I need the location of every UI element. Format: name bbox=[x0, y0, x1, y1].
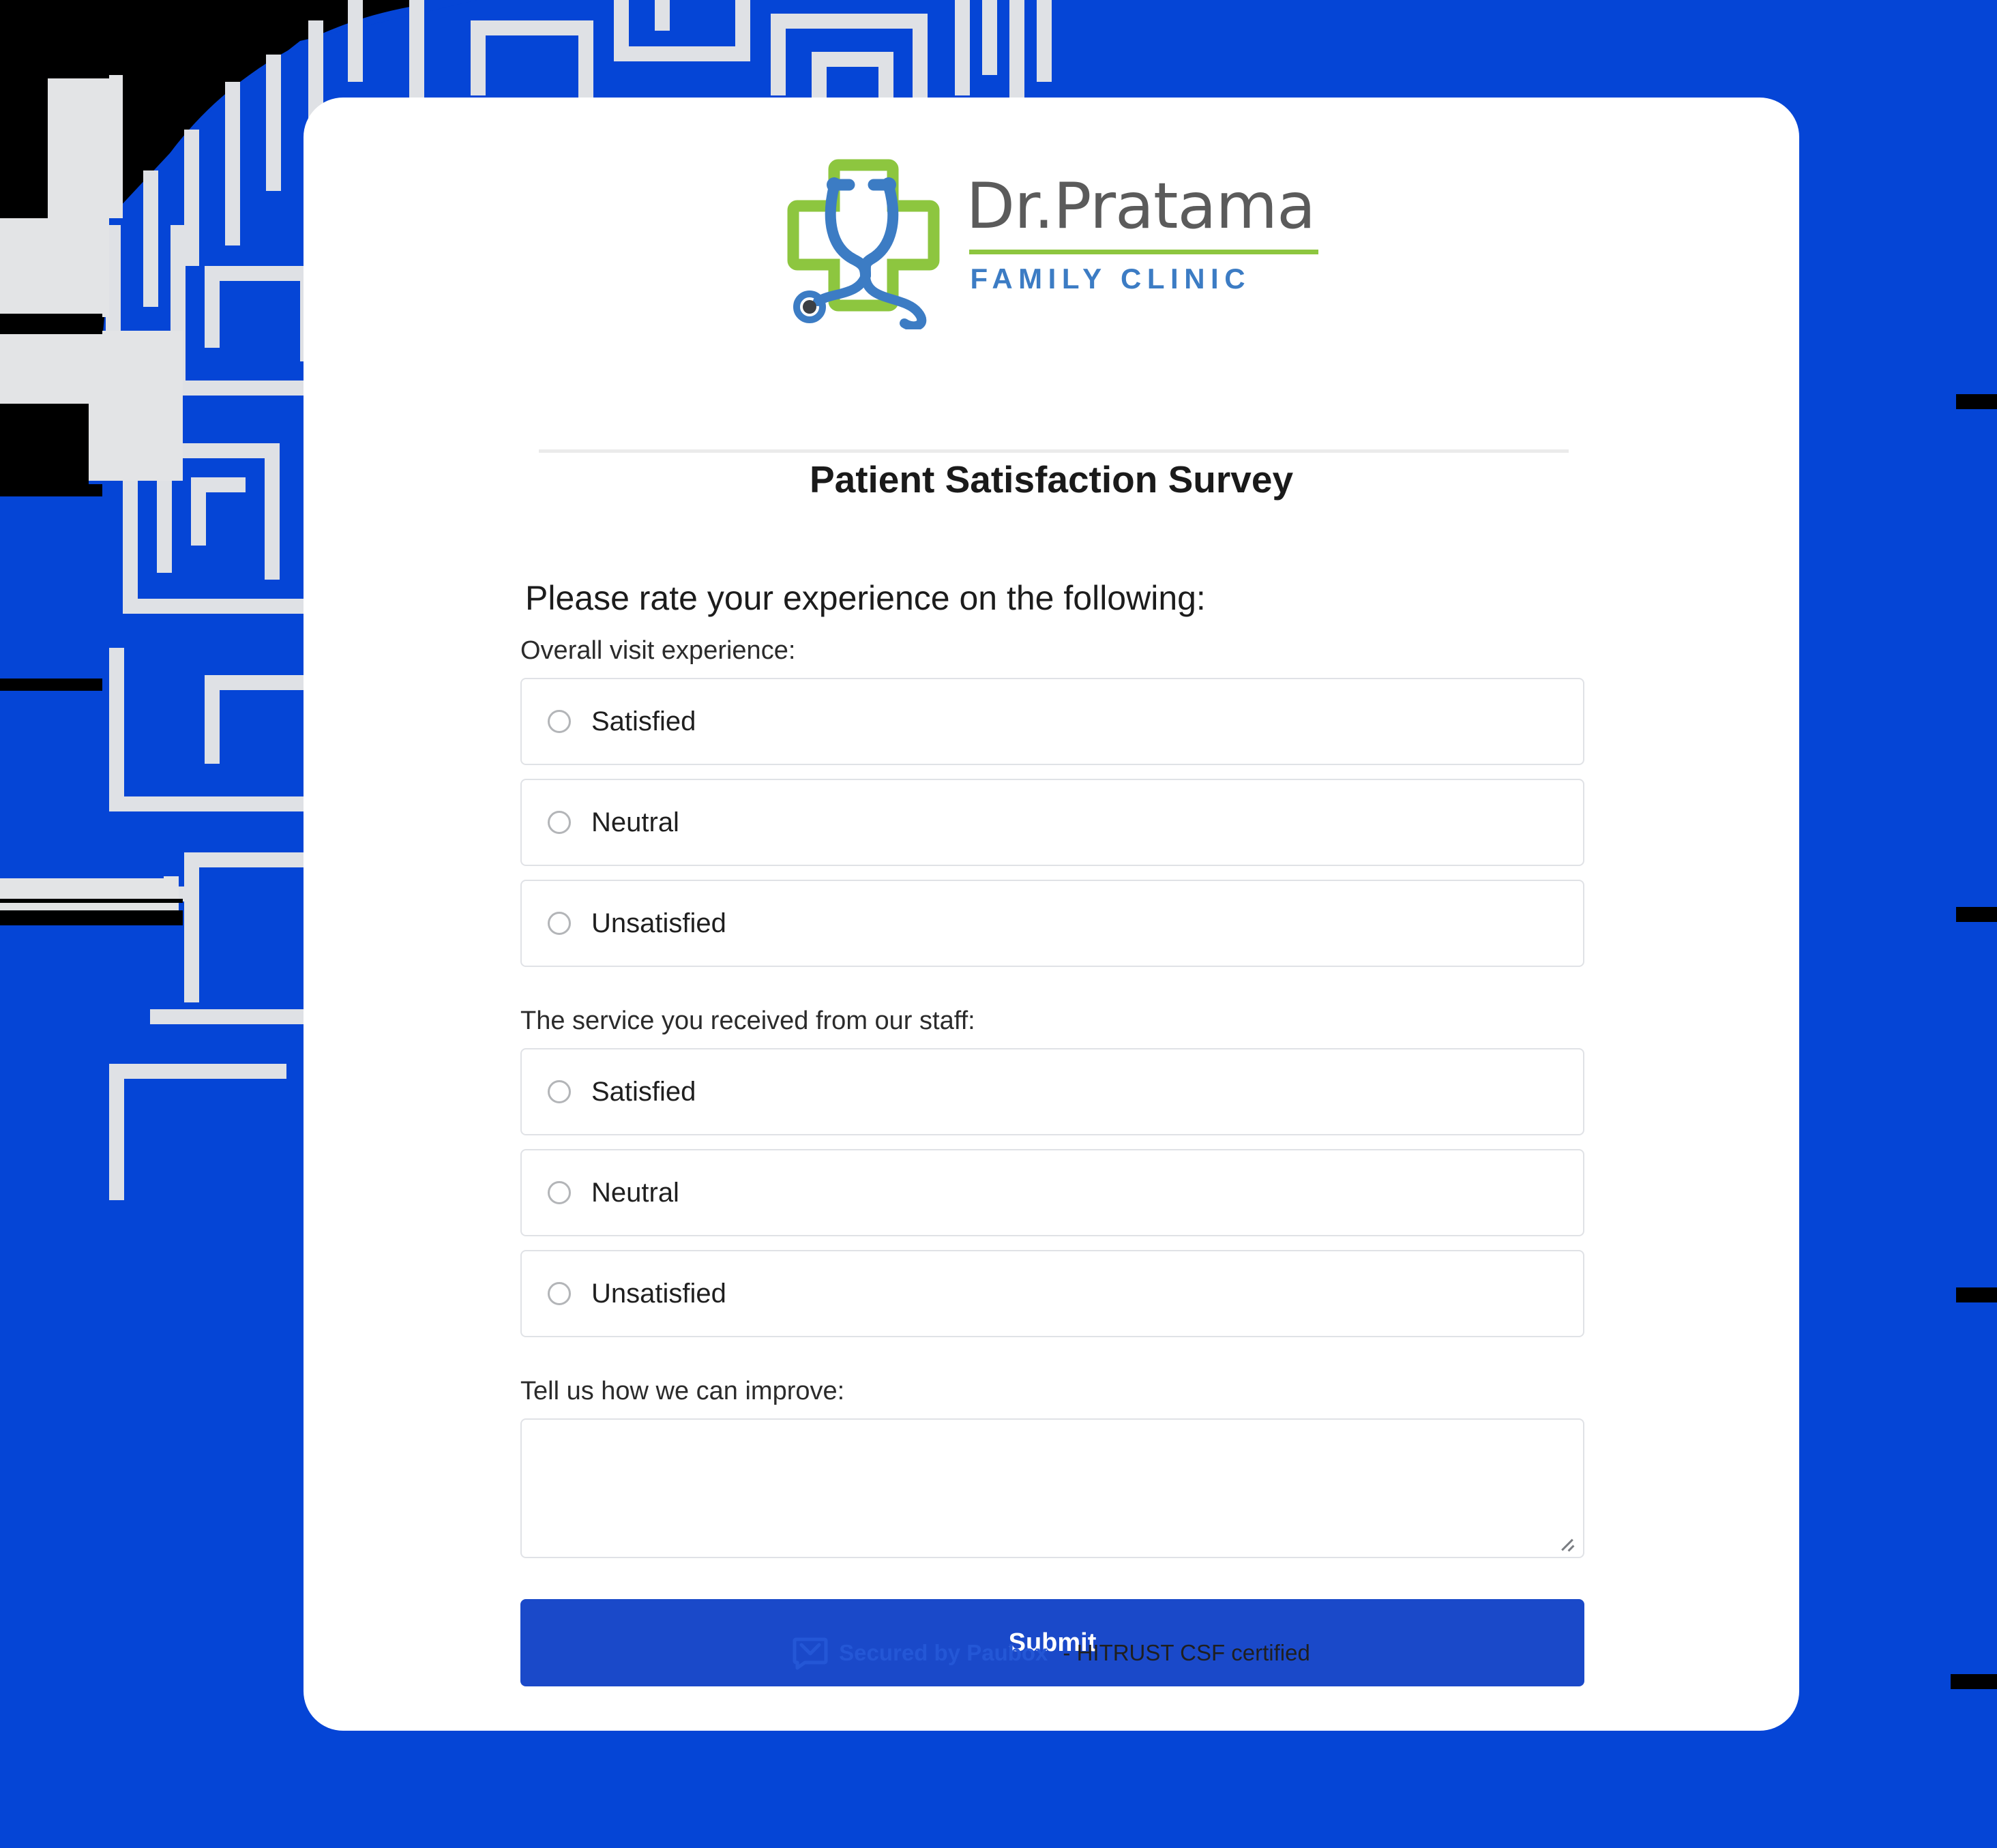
background-black-bar bbox=[1956, 907, 1997, 922]
question-spacer bbox=[520, 1351, 1584, 1377]
page-title: Patient Satisfaction Survey bbox=[809, 458, 1294, 501]
medical-cross-stethoscope-logo-icon bbox=[785, 155, 942, 331]
radio-circle-icon[interactable] bbox=[548, 912, 571, 935]
improve-group: Tell us how we can improve: bbox=[520, 1377, 1584, 1558]
clinic-logo: Dr.Pratama FAMILY CLINIC bbox=[304, 155, 1799, 331]
background-gray-block bbox=[0, 215, 109, 317]
question-group-staff-service: The service you received from our staff:… bbox=[520, 1007, 1584, 1337]
clinic-subtitle: FAMILY CLINIC bbox=[970, 262, 1252, 295]
background-gray-block bbox=[41, 75, 123, 218]
radio-circle-icon[interactable] bbox=[548, 710, 571, 733]
radio-option-label: Unsatisfied bbox=[591, 908, 726, 938]
radio-option-unsatisfied[interactable]: Unsatisfied bbox=[520, 880, 1584, 967]
background-black-corner bbox=[0, 0, 109, 78]
radio-circle-icon[interactable] bbox=[548, 1181, 571, 1204]
security-badge: Secured by Paubox - HITRUST CSF certifie… bbox=[304, 1635, 1799, 1671]
hitrust-certification-text: - HITRUST CSF certified bbox=[1063, 1640, 1310, 1665]
radio-circle-icon[interactable] bbox=[548, 1282, 571, 1305]
background-gray-block bbox=[0, 878, 171, 912]
logo-divider bbox=[968, 249, 1318, 254]
screenshot-stage: Dr.Pratama FAMILY CLINIC Patient Satisfa… bbox=[0, 0, 1997, 1848]
radio-option-satisfied[interactable]: Satisfied bbox=[520, 678, 1584, 765]
resize-handle-icon[interactable] bbox=[1557, 1532, 1575, 1552]
improve-textarea[interactable] bbox=[520, 1418, 1584, 1558]
radio-circle-icon[interactable] bbox=[548, 811, 571, 834]
paubox-envelope-bubble-icon bbox=[793, 1635, 828, 1671]
background-black-bar bbox=[0, 899, 183, 903]
radio-option-label: Satisfied bbox=[591, 706, 696, 736]
improve-label: Tell us how we can improve: bbox=[520, 1377, 845, 1405]
background-black-bar bbox=[1956, 394, 1997, 409]
background-black-bar bbox=[0, 679, 102, 691]
radio-option-satisfied[interactable]: Satisfied bbox=[520, 1048, 1584, 1135]
background-black-bar bbox=[0, 910, 183, 925]
survey-card: Dr.Pratama FAMILY CLINIC Patient Satisfa… bbox=[304, 98, 1799, 1731]
radio-option-neutral[interactable]: Neutral bbox=[520, 779, 1584, 866]
clinic-name: Dr.Pratama bbox=[966, 169, 1316, 243]
section-heading: Please rate your experience on the follo… bbox=[525, 579, 1206, 617]
question-label: Overall visit experience: bbox=[520, 636, 796, 665]
radio-circle-icon[interactable] bbox=[548, 1080, 571, 1103]
radio-option-neutral[interactable]: Neutral bbox=[520, 1149, 1584, 1236]
title-divider bbox=[539, 449, 1569, 453]
question-spacer bbox=[520, 981, 1584, 1007]
secured-by-paubox-text: Secured by Paubox bbox=[839, 1640, 1048, 1665]
question-label: The service you received from our staff: bbox=[520, 1007, 975, 1035]
radio-option-label: Unsatisfied bbox=[591, 1278, 726, 1309]
background-black-corner bbox=[0, 314, 102, 334]
background-black-bar bbox=[1951, 1674, 1997, 1689]
background-black-corner bbox=[0, 404, 89, 489]
radio-option-label: Neutral bbox=[591, 1177, 679, 1208]
question-group-overall-visit: Overall visit experience: Satisfied Neut… bbox=[520, 636, 1584, 967]
background-gray-block bbox=[164, 876, 179, 914]
radio-option-label: Satisfied bbox=[591, 1076, 696, 1107]
background-black-bar bbox=[1956, 1287, 1997, 1302]
radio-option-unsatisfied[interactable]: Unsatisfied bbox=[520, 1250, 1584, 1337]
radio-option-label: Neutral bbox=[591, 807, 679, 837]
survey-form: Overall visit experience: Satisfied Neut… bbox=[520, 636, 1584, 1686]
